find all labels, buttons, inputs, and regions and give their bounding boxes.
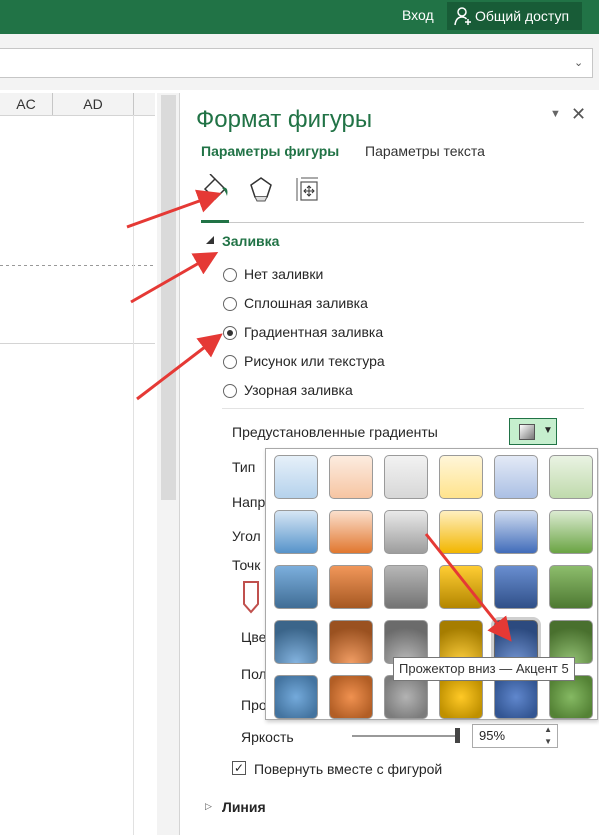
gradient-preset-swatch[interactable] (439, 510, 483, 554)
direction-label: Напр (232, 494, 266, 510)
sign-in-link[interactable]: Вход (402, 7, 434, 23)
gradient-preset-swatch[interactable] (494, 675, 538, 719)
gradient-preset-swatch[interactable] (549, 510, 593, 554)
transparency-label: Про (241, 697, 267, 713)
type-label: Тип (232, 459, 256, 475)
grid-line (0, 343, 155, 344)
brightness-slider-thumb[interactable] (455, 728, 460, 743)
gradient-preset-swatch[interactable] (494, 510, 538, 554)
gradient-preset-swatch[interactable] (549, 675, 593, 719)
radio-label-solid-fill[interactable]: Сплошная заливка (244, 295, 368, 311)
brightness-label: Яркость (241, 729, 294, 745)
column-header[interactable]: AD (53, 93, 134, 115)
add-person-icon (454, 7, 471, 26)
grid-line (133, 115, 134, 835)
gradient-preset-swatch[interactable] (274, 620, 318, 664)
gradient-preset-swatch[interactable] (494, 455, 538, 499)
preset-gradients-dropdown[interactable]: ▼ (509, 418, 557, 445)
worksheet-grid[interactable] (0, 115, 155, 835)
page-break-line (0, 265, 155, 266)
chevron-down-icon: ▼ (543, 425, 553, 436)
gradient-preset-swatch[interactable] (549, 455, 593, 499)
gradient-preset-swatch[interactable] (384, 510, 428, 554)
radio-picture-fill[interactable] (223, 355, 237, 369)
radio-label-no-fill[interactable]: Нет заливки (244, 266, 323, 282)
gradient-preset-swatch[interactable] (274, 565, 318, 609)
share-button[interactable]: Общий доступ (447, 2, 582, 30)
angle-label: Угол (232, 528, 261, 544)
position-label: Пол (241, 666, 267, 682)
section-divider (222, 408, 584, 409)
rotate-with-shape-label[interactable]: Повернуть вместе с фигурой (254, 761, 442, 777)
gradient-preset-swatch[interactable] (439, 675, 483, 719)
formula-input[interactable] (0, 48, 593, 78)
share-label: Общий доступ (475, 8, 570, 24)
gradient-swatch-icon (519, 424, 535, 440)
column-header-row: AC AD (0, 93, 155, 116)
gradient-preset-swatch[interactable] (329, 675, 373, 719)
formula-expand-icon[interactable]: ⌄ (574, 56, 583, 69)
close-icon[interactable]: ✕ (571, 104, 586, 125)
radio-gradient-fill[interactable] (223, 326, 237, 340)
expanded-triangle-icon[interactable] (205, 235, 215, 245)
preset-gradients-label: Предустановленные градиенты (232, 424, 438, 440)
gradient-preset-swatch[interactable] (494, 565, 538, 609)
gradient-preset-swatch[interactable] (329, 455, 373, 499)
gradient-preset-swatch[interactable] (329, 510, 373, 554)
gradient-preset-swatch[interactable] (439, 565, 483, 609)
pane-title: Формат фигуры (196, 106, 373, 133)
selected-tab-indicator (201, 220, 229, 223)
gradient-preset-swatch[interactable] (439, 455, 483, 499)
gradient-preset-swatch[interactable] (549, 565, 593, 609)
gradient-stop-handle[interactable] (241, 580, 261, 614)
rotate-with-shape-checkbox[interactable]: ✓ (232, 761, 246, 775)
gradient-preset-swatch[interactable] (384, 455, 428, 499)
effects-pentagon-icon[interactable] (248, 175, 274, 203)
color-label: Цве (241, 629, 267, 645)
line-section-heading[interactable]: Линия (222, 799, 266, 815)
tab-text-options[interactable]: Параметры текста (365, 143, 485, 159)
radio-solid-fill[interactable] (223, 297, 237, 311)
spin-up-icon[interactable]: ▲ (544, 725, 552, 734)
pane-options-icon[interactable]: ▼ (550, 108, 561, 120)
brightness-value: 95% (479, 728, 506, 743)
brightness-slider[interactable] (352, 735, 459, 737)
gradient-stops-label: Точк (232, 557, 261, 573)
radio-label-pattern-fill[interactable]: Узорная заливка (244, 382, 353, 398)
gradient-preset-swatch[interactable] (274, 675, 318, 719)
collapsed-triangle-icon[interactable]: ▷ (205, 801, 212, 812)
checkmark-icon: ✓ (233, 761, 245, 775)
fill-section-heading[interactable]: Заливка (222, 233, 279, 249)
tab-shape-options[interactable]: Параметры фигуры (201, 143, 339, 159)
gradient-preset-swatch[interactable] (274, 455, 318, 499)
radio-pattern-fill[interactable] (223, 384, 237, 398)
radio-no-fill[interactable] (223, 268, 237, 282)
size-properties-icon[interactable] (294, 175, 322, 203)
brightness-spinner[interactable]: 95% ▲ ▼ (472, 724, 558, 748)
swatch-tooltip: Прожектор вниз — Акцент 5 (393, 657, 575, 681)
tab-divider (222, 222, 584, 223)
column-header[interactable]: AC (0, 93, 53, 115)
spin-down-icon[interactable]: ▼ (544, 737, 552, 746)
radio-label-picture-fill[interactable]: Рисунок или текстура (244, 353, 385, 369)
gradient-preset-swatch[interactable] (274, 510, 318, 554)
fill-line-icon[interactable] (201, 174, 231, 204)
grid-line (0, 115, 155, 116)
gradient-preset-swatch[interactable] (329, 565, 373, 609)
gradient-preset-swatch[interactable] (329, 620, 373, 664)
scrollbar-thumb[interactable] (161, 95, 176, 500)
gradient-preset-swatch[interactable] (384, 565, 428, 609)
radio-label-gradient-fill[interactable]: Градиентная заливка (244, 324, 383, 340)
gradient-preset-swatch[interactable] (384, 675, 428, 719)
